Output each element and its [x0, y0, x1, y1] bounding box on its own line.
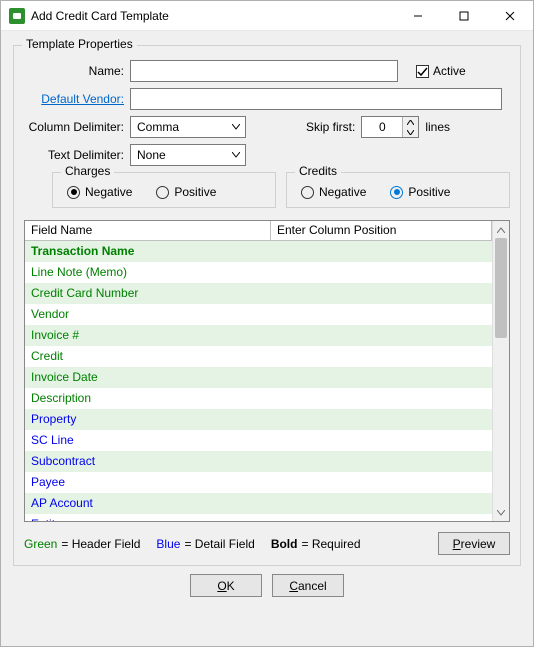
active-checkbox-wrap[interactable]: Active — [416, 64, 466, 78]
chevron-down-icon[interactable] — [227, 145, 245, 165]
column-delimiter-combo[interactable]: Comma — [130, 116, 246, 138]
field-name-cell: Vendor — [25, 305, 271, 323]
negative-label: Negative — [85, 185, 132, 199]
minimize-button[interactable] — [395, 1, 441, 31]
credits-group: Credits Negative Positive — [286, 172, 510, 208]
field-name-cell: Description — [25, 389, 271, 407]
legend-blue: Blue — [156, 537, 180, 551]
table-row[interactable]: Payee — [25, 472, 492, 493]
legend-green: Green — [24, 537, 57, 551]
maximize-button[interactable] — [441, 1, 487, 31]
table-row[interactable]: Subcontract — [25, 451, 492, 472]
legend-bold-eq: = Required — [301, 537, 360, 551]
text-delimiter-combo[interactable]: None — [130, 144, 246, 166]
charges-negative-radio[interactable]: Negative — [67, 185, 132, 199]
table-row[interactable]: Transaction Name — [25, 241, 492, 262]
table-row[interactable]: Description — [25, 388, 492, 409]
charges-group: Charges Negative Positive — [52, 172, 276, 208]
skip-first-value: 0 — [362, 120, 402, 134]
field-name-cell: Credit — [25, 347, 271, 365]
table-row[interactable]: Property — [25, 409, 492, 430]
chevron-down-icon[interactable] — [227, 117, 245, 137]
legend-blue-eq: = Detail Field — [184, 537, 254, 551]
name-label: Name: — [24, 64, 130, 78]
field-name-cell: Credit Card Number — [25, 284, 271, 302]
vertical-scrollbar[interactable] — [492, 221, 509, 521]
field-name-cell: Invoice Date — [25, 368, 271, 386]
field-name-cell: AP Account — [25, 494, 271, 512]
field-name-cell: Subcontract — [25, 452, 271, 470]
field-name-cell: Transaction Name — [25, 242, 271, 260]
text-delimiter-label: Text Delimiter: — [24, 148, 130, 162]
preview-button[interactable]: Preview — [438, 532, 510, 555]
table-row[interactable]: Vendor — [25, 304, 492, 325]
scroll-down-icon[interactable] — [493, 504, 509, 521]
credits-negative-radio[interactable]: Negative — [301, 185, 366, 199]
table-row[interactable]: Invoice Date — [25, 367, 492, 388]
table-row[interactable]: Invoice # — [25, 325, 492, 346]
default-vendor-field[interactable] — [130, 88, 502, 110]
app-icon — [9, 8, 25, 24]
skip-first-label: Skip first: — [306, 120, 361, 134]
positive-label: Positive — [408, 185, 450, 199]
charges-title: Charges — [61, 164, 114, 178]
table-row[interactable]: Entity — [25, 514, 492, 521]
field-name-cell: SC Line — [25, 431, 271, 449]
ok-button[interactable]: OK — [190, 574, 262, 597]
active-label: Active — [433, 64, 466, 78]
field-name-cell: Payee — [25, 473, 271, 491]
negative-label: Negative — [319, 185, 366, 199]
window-title: Add Credit Card Template — [31, 9, 395, 23]
field-name-cell: Invoice # — [25, 326, 271, 344]
spinner-down-button[interactable] — [403, 127, 418, 137]
field-name-cell: Entity — [25, 515, 271, 521]
default-vendor-link[interactable]: Default Vendor: — [24, 92, 130, 106]
lines-label: lines — [419, 120, 456, 134]
client-area: Template Properties Name: Active Default… — [1, 31, 533, 646]
titlebar: Add Credit Card Template — [1, 1, 533, 31]
close-button[interactable] — [487, 1, 533, 31]
table-row[interactable]: SC Line — [25, 430, 492, 451]
column-delimiter-label: Column Delimiter: — [24, 120, 130, 134]
table-row[interactable]: AP Account — [25, 493, 492, 514]
active-checkbox[interactable] — [416, 65, 429, 78]
skip-first-spinner[interactable]: 0 — [361, 116, 419, 138]
header-field-name[interactable]: Field Name — [25, 221, 271, 240]
field-mapping-grid: Field Name Enter Column Position Transac… — [24, 220, 510, 522]
credits-title: Credits — [295, 164, 341, 178]
template-properties-group: Template Properties Name: Active Default… — [13, 45, 521, 566]
positive-label: Positive — [174, 185, 216, 199]
table-row[interactable]: Credit — [25, 346, 492, 367]
spinner-up-button[interactable] — [403, 117, 418, 127]
legend-green-eq: = Header Field — [61, 537, 140, 551]
scroll-thumb[interactable] — [495, 238, 507, 338]
field-name-cell: Property — [25, 410, 271, 428]
column-delimiter-value: Comma — [131, 120, 227, 134]
cancel-button[interactable]: Cancel — [272, 574, 344, 597]
dialog-button-row: OK Cancel — [13, 566, 521, 601]
legend-bold: Bold — [271, 537, 298, 551]
charges-positive-radio[interactable]: Positive — [156, 185, 216, 199]
text-delimiter-value: None — [131, 148, 227, 162]
table-row[interactable]: Credit Card Number — [25, 283, 492, 304]
group-title: Template Properties — [22, 37, 137, 51]
table-row[interactable]: Line Note (Memo) — [25, 262, 492, 283]
dialog-window: Add Credit Card Template Template Proper… — [0, 0, 534, 647]
credits-positive-radio[interactable]: Positive — [390, 185, 450, 199]
scroll-up-icon[interactable] — [493, 221, 509, 238]
header-column-position[interactable]: Enter Column Position — [271, 221, 492, 240]
legend: Green = Header Field Blue = Detail Field… — [24, 532, 510, 555]
field-name-cell: Line Note (Memo) — [25, 263, 271, 281]
name-field[interactable] — [130, 60, 398, 82]
